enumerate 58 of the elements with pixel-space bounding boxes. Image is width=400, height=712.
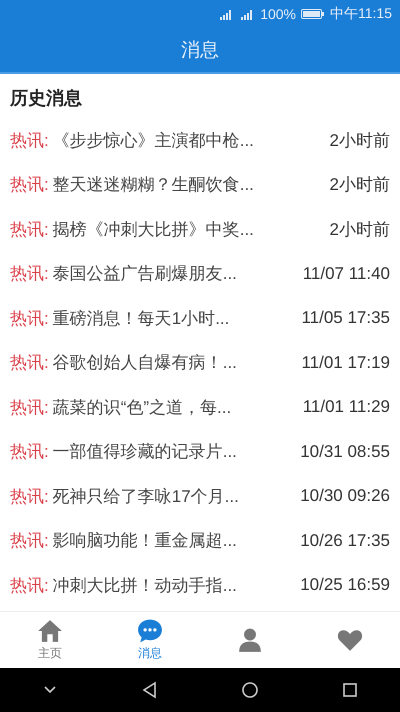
message-time: 11/01 11:29 [302,397,390,418]
message-row[interactable]: 热讯: 泰国公益广告刷爆朋友... 11/07 11:40 [0,252,400,296]
message-row[interactable]: 热讯: 重磅消息！每天1小时... 11/05 17:35 [0,296,400,340]
message-title: 影响脑功能！重金属超... [52,530,238,552]
message-title: 死神只给了李咏17个月... [52,486,240,508]
message-title: 一部值得珍藏的记录片... [52,441,238,464]
message-title: 泰国公益广告刷爆朋友... [52,263,238,286]
message-time: 11/01 17:19 [301,352,390,373]
message-row[interactable]: 热讯: 蔬菜的识“色”之道，每... 11/01 11:29 [0,385,400,430]
message-title: 《步步惊心》主演都中枪... [52,130,255,152]
home-icon [37,618,63,644]
nav-label: 消息 [138,645,162,662]
message-tag: 热讯: [10,529,49,552]
message-time: 10/30 09:26 [300,486,390,506]
message-title: 冲刺大比拼！动动手指... [52,574,238,597]
message-tag: 热讯: [10,351,49,374]
message-title: 谷歌创始人自爆有病！... [52,352,238,374]
message-tag: 热讯: [10,396,49,419]
message-row[interactable]: 热讯: 冲刺大比拼！动动手指... 10/25 16:59 [0,563,400,608]
nav-tab[interactable]: 主页 [0,612,100,668]
section-title: 历史消息 [8,87,83,110]
message-time: 2小时前 [330,218,390,241]
message-time: 10/26 17:35 [300,530,390,551]
message-time: 2小时前 [330,130,390,152]
message-row[interactable]: 热讯: 一部值得珍藏的记录片... 10/31 08:55 [0,430,400,474]
message-tag: 热讯: [10,262,49,286]
home-circle-icon[interactable] [240,680,260,700]
person-icon [237,627,263,653]
message-time: 10/25 16:59 [300,575,390,596]
message-time: 10/31 08:55 [300,442,390,462]
nav-label: 主页 [38,645,62,662]
message-time: 2小时前 [330,174,390,196]
message-tag: 热讯: [10,484,49,508]
message-row[interactable]: 热讯: 《步步惊心》主演都中枪... 2小时前 [0,118,400,162]
clock: 中午11:15 [330,5,392,23]
battery-icon [301,8,325,20]
message-row[interactable]: 热讯: 影响脑功能！重金属超... 10/26 17:35 [0,518,400,563]
battery-percent: 100% [260,6,296,22]
recents-icon[interactable] [340,680,360,700]
message-row[interactable]: 热讯: 整天迷迷糊糊？生酮饮食... 2小时前 [0,162,400,207]
message-title: 蔬菜的识“色”之道，每... [52,396,232,419]
message-tag: 热讯: [10,128,49,152]
message-tag: 热讯: [10,440,49,464]
message-time: 11/05 17:35 [301,308,390,328]
message-title: 重磅消息！每天1小时... [52,308,230,330]
message-time: 11/07 11:40 [302,264,390,284]
message-tag: 热讯: [10,173,49,196]
chat-icon [137,618,163,644]
message-title: 整天迷迷糊糊？生酮饮食... [52,174,255,196]
message-row[interactable]: 热讯: 揭榜《冲刺大比拼》中奖... 2小时前 [0,207,400,252]
message-tag: 热讯: [10,306,49,330]
message-row[interactable]: 热讯: 死神只给了李咏17个月... 10/30 09:26 [0,474,400,518]
message-row[interactable]: 热讯: 谷歌创始人自爆有病！... 11/01 17:19 [0,340,400,385]
page-title: 消息 [181,39,219,63]
nav-tab[interactable]: 消息 [100,612,200,668]
message-title: 揭榜《冲刺大比拼》中奖... [52,218,255,241]
message-tag: 热讯: [10,574,49,597]
message-tag: 热讯: [10,218,49,241]
